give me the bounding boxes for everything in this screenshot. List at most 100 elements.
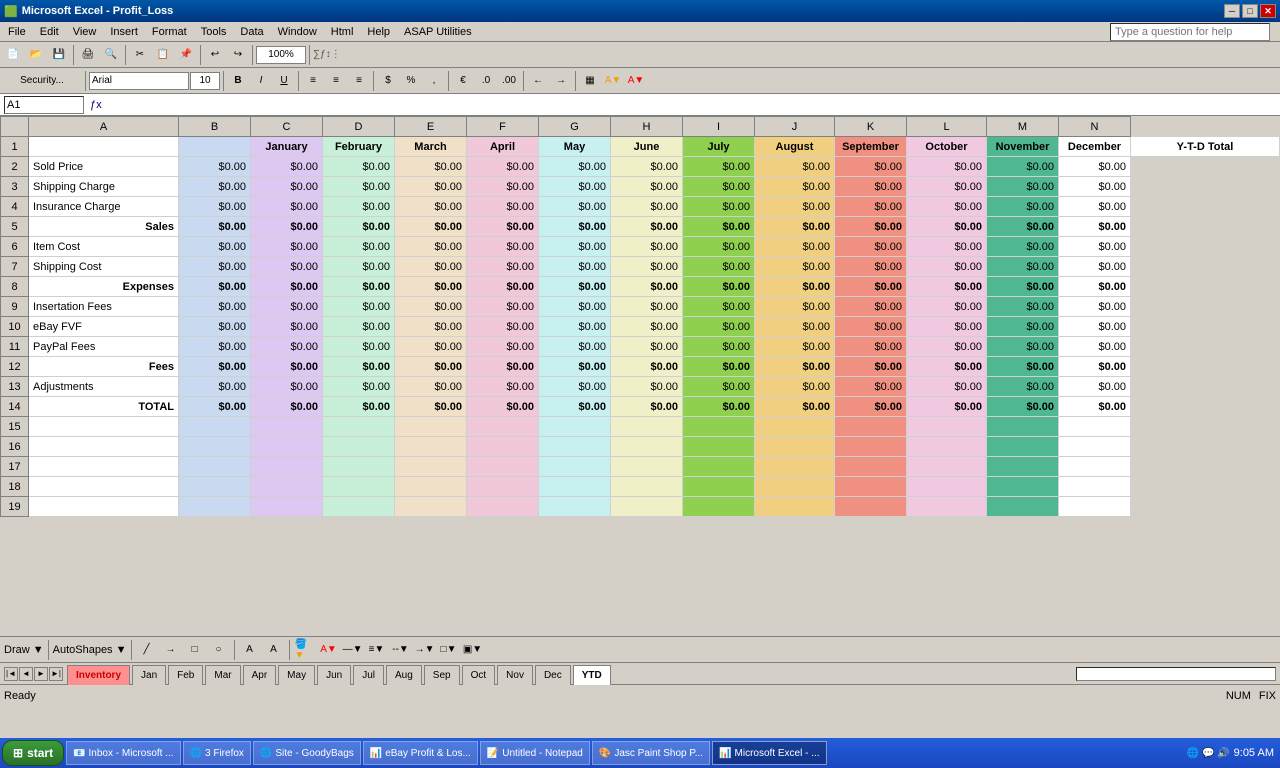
cell-2-2[interactable]: $0.00 xyxy=(251,157,323,177)
cell-4-2[interactable]: $0.00 xyxy=(251,197,323,217)
cell-10-1[interactable]: $0.00 xyxy=(179,317,251,337)
cell-15-12[interactable] xyxy=(987,417,1059,437)
row-header-15[interactable]: 15 xyxy=(1,417,29,437)
cell-5-12[interactable]: $0.00 xyxy=(987,217,1059,237)
cell-17-5[interactable] xyxy=(467,457,539,477)
cell-5-11[interactable]: $0.00 xyxy=(907,217,987,237)
sheet-tab-jan[interactable]: Jan xyxy=(132,665,166,685)
sheet-tab-jun[interactable]: Jun xyxy=(317,665,351,685)
cell-12-1[interactable]: $0.00 xyxy=(179,357,251,377)
cell-19-8[interactable] xyxy=(683,497,755,517)
undo-button[interactable]: ↩ xyxy=(204,44,226,66)
cell-16-7[interactable] xyxy=(611,437,683,457)
cell-6-1[interactable]: $0.00 xyxy=(179,237,251,257)
cell-12-7[interactable]: $0.00 xyxy=(611,357,683,377)
taskbar-btn-inbox---microsoft-..[interactable]: 📧 Inbox - Microsoft ... xyxy=(66,741,180,765)
cell-5-5[interactable]: $0.00 xyxy=(467,217,539,237)
cell-12-13[interactable]: $0.00 xyxy=(1059,357,1131,377)
cell-16-label[interactable] xyxy=(29,437,179,457)
cell-17-13[interactable] xyxy=(1059,457,1131,477)
cell-15-7[interactable] xyxy=(611,417,683,437)
cell-13-13[interactable]: $0.00 xyxy=(1059,377,1131,397)
cell-9-1[interactable]: $0.00 xyxy=(179,297,251,317)
cell-19-9[interactable] xyxy=(755,497,835,517)
cell-7-5[interactable]: $0.00 xyxy=(467,257,539,277)
cell-5-9[interactable]: $0.00 xyxy=(755,217,835,237)
col-header-h[interactable]: H xyxy=(611,117,683,137)
sheet-tab-inventory[interactable]: Inventory xyxy=(67,665,130,685)
cell-6-8[interactable]: $0.00 xyxy=(683,237,755,257)
cell-1-9[interactable]: August xyxy=(755,137,835,157)
sheet-tab-may[interactable]: May xyxy=(278,665,315,685)
row-header-18[interactable]: 18 xyxy=(1,477,29,497)
row-header-3[interactable]: 3 xyxy=(1,177,29,197)
cell-1-3[interactable]: February xyxy=(323,137,395,157)
cell-17-8[interactable] xyxy=(683,457,755,477)
save-button[interactable]: 💾 xyxy=(48,44,70,66)
cell-9-6[interactable]: $0.00 xyxy=(539,297,611,317)
row-header-19[interactable]: 19 xyxy=(1,497,29,517)
cell-12-label[interactable]: Fees xyxy=(29,357,179,377)
cell-7-13[interactable]: $0.00 xyxy=(1059,257,1131,277)
tab-first-button[interactable]: |◄ xyxy=(4,667,18,681)
cell-18-2[interactable] xyxy=(251,477,323,497)
cell-13-2[interactable]: $0.00 xyxy=(251,377,323,397)
cell-18-9[interactable] xyxy=(755,477,835,497)
cell-4-5[interactable]: $0.00 xyxy=(467,197,539,217)
cell-8-6[interactable]: $0.00 xyxy=(539,277,611,297)
minimize-button[interactable]: ─ xyxy=(1224,4,1240,18)
cell-15-1[interactable] xyxy=(179,417,251,437)
cell-15-4[interactable] xyxy=(395,417,467,437)
align-right-button[interactable]: ≡ xyxy=(348,70,370,92)
cell-15-5[interactable] xyxy=(467,417,539,437)
cell-1-a[interactable] xyxy=(29,137,179,157)
cell-8-label[interactable]: Expenses xyxy=(29,277,179,297)
cell-19-1[interactable] xyxy=(179,497,251,517)
cell-15-label[interactable] xyxy=(29,417,179,437)
line-style-btn[interactable]: ≡▼ xyxy=(366,639,388,661)
cell-18-7[interactable] xyxy=(611,477,683,497)
cell-1-4[interactable]: March xyxy=(395,137,467,157)
cell-11-2[interactable]: $0.00 xyxy=(251,337,323,357)
cell-15-13[interactable] xyxy=(1059,417,1131,437)
cell-15-11[interactable] xyxy=(907,417,987,437)
cell-18-10[interactable] xyxy=(835,477,907,497)
cell-16-11[interactable] xyxy=(907,437,987,457)
sheet-tab-jul[interactable]: Jul xyxy=(353,665,384,685)
cell-19-10[interactable] xyxy=(835,497,907,517)
indent-button[interactable]: ← xyxy=(527,70,549,92)
cell-2-5[interactable]: $0.00 xyxy=(467,157,539,177)
col-header-m[interactable]: M xyxy=(987,117,1059,137)
cell-13-label[interactable]: Adjustments xyxy=(29,377,179,397)
comma-button[interactable]: , xyxy=(423,70,445,92)
cell-11-9[interactable]: $0.00 xyxy=(755,337,835,357)
row-header-7[interactable]: 7 xyxy=(1,257,29,277)
cell-12-12[interactable]: $0.00 xyxy=(987,357,1059,377)
cell-11-5[interactable]: $0.00 xyxy=(467,337,539,357)
font-color-button[interactable]: A▼ xyxy=(625,70,647,92)
cell-13-4[interactable]: $0.00 xyxy=(395,377,467,397)
cell-15-2[interactable] xyxy=(251,417,323,437)
wordart-tool[interactable]: A xyxy=(263,639,285,661)
cell-8-2[interactable]: $0.00 xyxy=(251,277,323,297)
cell-8-8[interactable]: $0.00 xyxy=(683,277,755,297)
cell-6-4[interactable]: $0.00 xyxy=(395,237,467,257)
col-header-l[interactable]: L xyxy=(907,117,987,137)
menu-insert[interactable]: Insert xyxy=(104,24,144,40)
cell-13-12[interactable]: $0.00 xyxy=(987,377,1059,397)
cell-1-2[interactable]: January xyxy=(251,137,323,157)
col-header-n[interactable]: N xyxy=(1059,117,1131,137)
cell-5-13[interactable]: $0.00 xyxy=(1059,217,1131,237)
cell-8-4[interactable]: $0.00 xyxy=(395,277,467,297)
taskbar-btn-ebay-profit-&-los...[interactable]: 📊 eBay Profit & Los... xyxy=(363,741,478,765)
cell-9-8[interactable]: $0.00 xyxy=(683,297,755,317)
cell-3-1[interactable]: $0.00 xyxy=(179,177,251,197)
cell-13-10[interactable]: $0.00 xyxy=(835,377,907,397)
cell-4-10[interactable]: $0.00 xyxy=(835,197,907,217)
cell-19-11[interactable] xyxy=(907,497,987,517)
cell-18-5[interactable] xyxy=(467,477,539,497)
cell-5-label[interactable]: Sales xyxy=(29,217,179,237)
cell-18-6[interactable] xyxy=(539,477,611,497)
cell-3-label[interactable]: Shipping Charge xyxy=(29,177,179,197)
col-header-c[interactable]: C xyxy=(251,117,323,137)
